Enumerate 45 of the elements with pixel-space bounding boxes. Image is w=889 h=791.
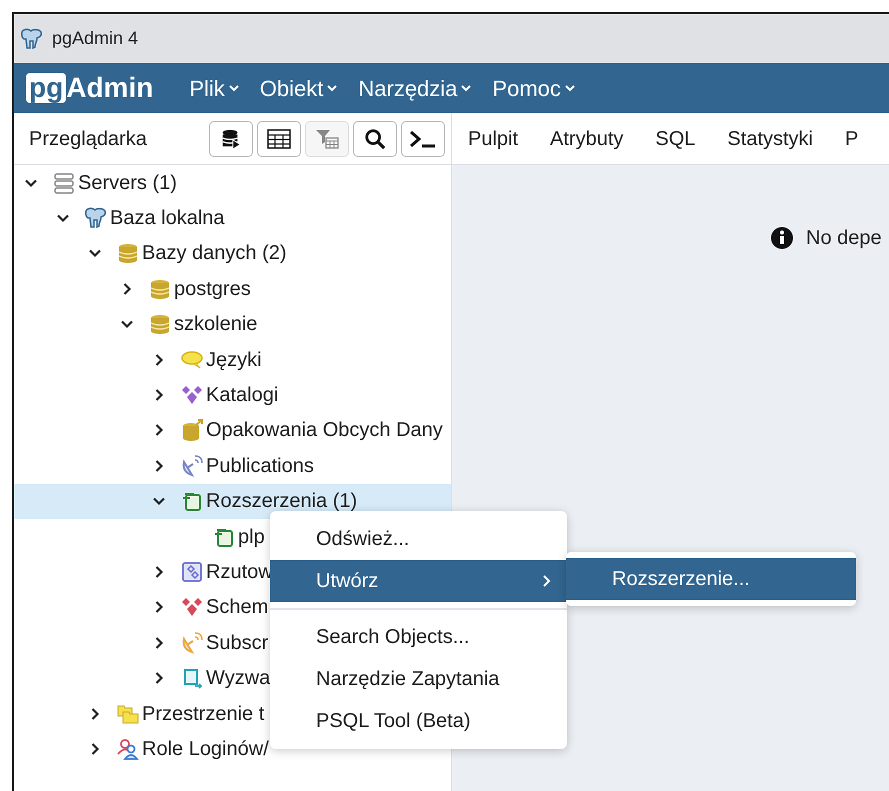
- search-icon: [364, 128, 386, 150]
- table-icon: [267, 128, 291, 148]
- tree-item[interactable]: Rozszerzenia (1): [14, 484, 451, 519]
- tree-item[interactable]: Baza lokalna: [14, 200, 451, 236]
- chevron-right-icon: [541, 574, 553, 588]
- menu-item[interactable]: Rozszerzenie...: [566, 558, 856, 600]
- database-play-icon: [220, 128, 242, 150]
- toolbar-button[interactable]: [353, 120, 397, 156]
- satellite-dish-icon: [180, 630, 204, 655]
- database-icon: [116, 241, 140, 266]
- tab[interactable]: SQL: [655, 113, 696, 164]
- toolbar-button[interactable]: [257, 120, 301, 156]
- menu-item[interactable]: Plik: [189, 72, 240, 104]
- toolbar-button[interactable]: [401, 120, 445, 156]
- tree-item[interactable]: Katalogi: [14, 377, 451, 413]
- tree-item[interactable]: Servers (1): [14, 165, 451, 200]
- menu-item[interactable]: Obiekt: [260, 72, 338, 104]
- logo: pgAdmin: [26, 73, 154, 103]
- users-icon: [116, 736, 140, 761]
- tree-item[interactable]: Publications: [14, 448, 451, 484]
- database-arrow-icon: [180, 418, 204, 442]
- tab[interactable]: Pulpit: [468, 113, 518, 164]
- menu-item[interactable]: Utwórz: [270, 560, 567, 602]
- menu-item[interactable]: Odśwież...: [270, 518, 567, 560]
- info-message: No depe: [806, 226, 882, 251]
- tree-item[interactable]: Języki: [14, 342, 451, 378]
- satellite-dish-icon: [180, 454, 204, 478]
- panel-title: Przeglądarka: [29, 126, 148, 152]
- tab[interactable]: P: [845, 113, 858, 164]
- tree-item[interactable]: Bazy danych (2): [14, 236, 451, 272]
- tab[interactable]: Atrybuty: [550, 113, 624, 164]
- menu-item[interactable]: Narzędzia: [358, 72, 472, 104]
- tree-item[interactable]: postgres: [14, 271, 451, 307]
- tab[interactable]: Statystyki: [727, 113, 813, 164]
- menu-item[interactable]: Pomoc: [492, 72, 576, 104]
- window-title: pgAdmin 4: [52, 27, 138, 50]
- database-icon: [148, 312, 172, 336]
- info-icon: [770, 226, 794, 250]
- terminal-icon: [409, 128, 437, 148]
- server-stack-icon: [52, 170, 76, 195]
- filter-table-icon: [315, 128, 339, 150]
- tree-item[interactable]: szkolenie: [14, 306, 451, 342]
- menu-item[interactable]: Narzędzie Zapytania: [270, 658, 567, 700]
- toolbar-button[interactable]: [209, 120, 253, 156]
- tree-item[interactable]: Opakowania Obcych Dany: [14, 412, 451, 448]
